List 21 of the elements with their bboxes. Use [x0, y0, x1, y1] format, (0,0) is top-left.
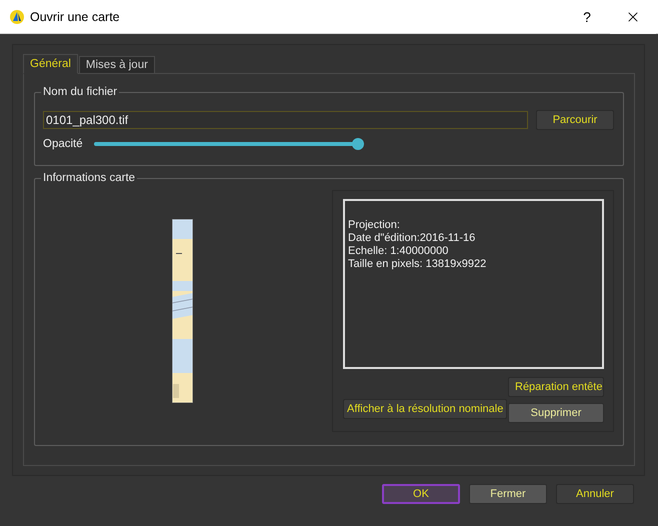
tab[interactable]: Général	[23, 54, 78, 74]
close-dialog-button[interactable]: Fermer	[469, 484, 547, 504]
repair-header-button[interactable]: Réparation entête	[508, 377, 604, 397]
info-line: Date d"édition:2016-11-16	[348, 232, 476, 245]
info-line: Projection:	[348, 219, 401, 232]
cancel-button[interactable]: Annuler	[556, 484, 634, 504]
app-logo-icon	[10, 10, 24, 24]
filename-field[interactable]: 0101_pal300.tif	[43, 111, 528, 129]
ok-button[interactable]: OK	[382, 484, 460, 504]
delete-button[interactable]: Supprimer	[508, 403, 604, 423]
nominal-resolution-button[interactable]: Afficher à la résolution nominale	[343, 399, 508, 419]
opacity-label: Opacité	[43, 138, 84, 150]
info-line: Taille en pixels: 13819x9922	[348, 258, 488, 271]
info-line: Echelle: 1:40000000	[348, 245, 450, 258]
browse-button[interactable]: Parcourir	[536, 110, 614, 130]
slider-thumb[interactable]	[352, 138, 364, 150]
tab[interactable]: Mises à jour	[78, 56, 155, 74]
group-title: Informations carte	[42, 172, 136, 184]
group-title: Nom du fichier	[42, 86, 118, 98]
help-button[interactable]: ?	[564, 8, 610, 24]
window-title: Ouvrir une carte	[30, 10, 121, 24]
